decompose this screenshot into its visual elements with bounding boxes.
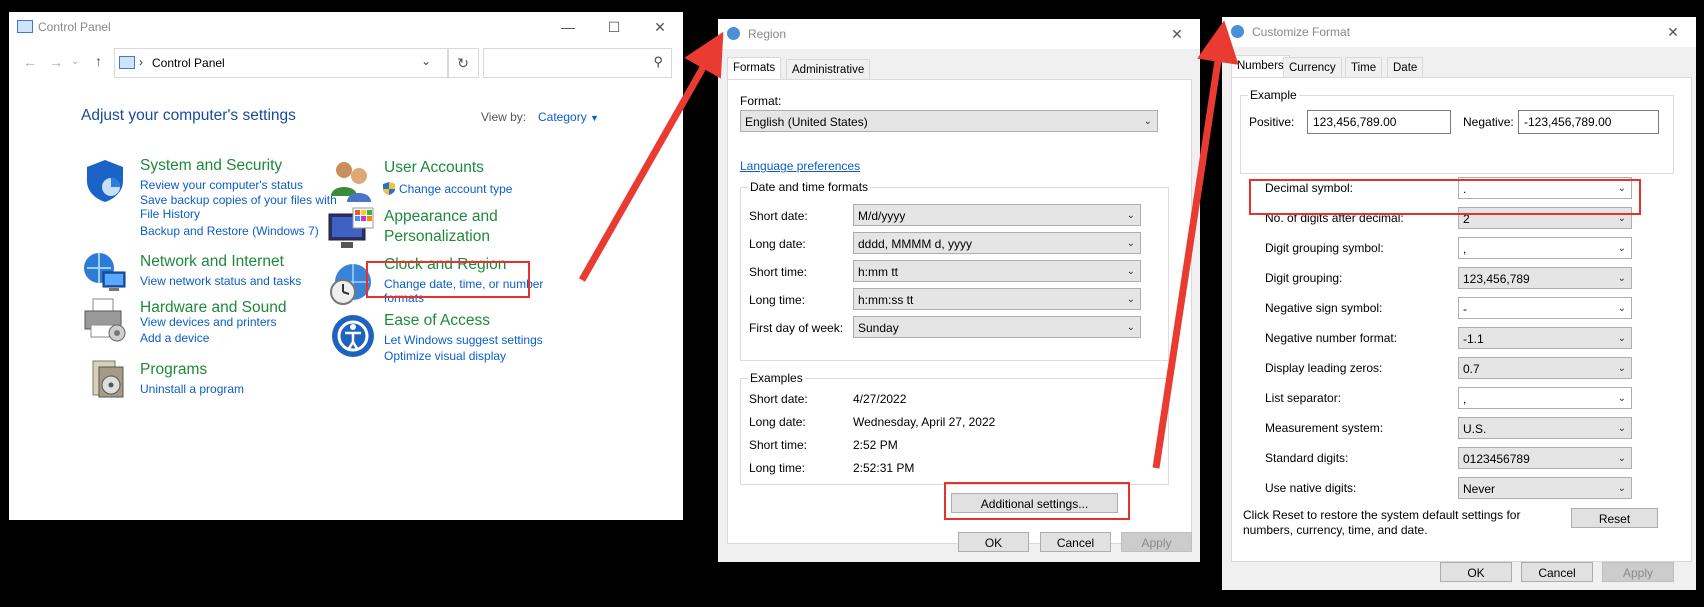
arrow-to-region <box>578 31 724 282</box>
arrow-to-customize <box>1152 20 1239 469</box>
annotation-arrows <box>578 20 1239 469</box>
